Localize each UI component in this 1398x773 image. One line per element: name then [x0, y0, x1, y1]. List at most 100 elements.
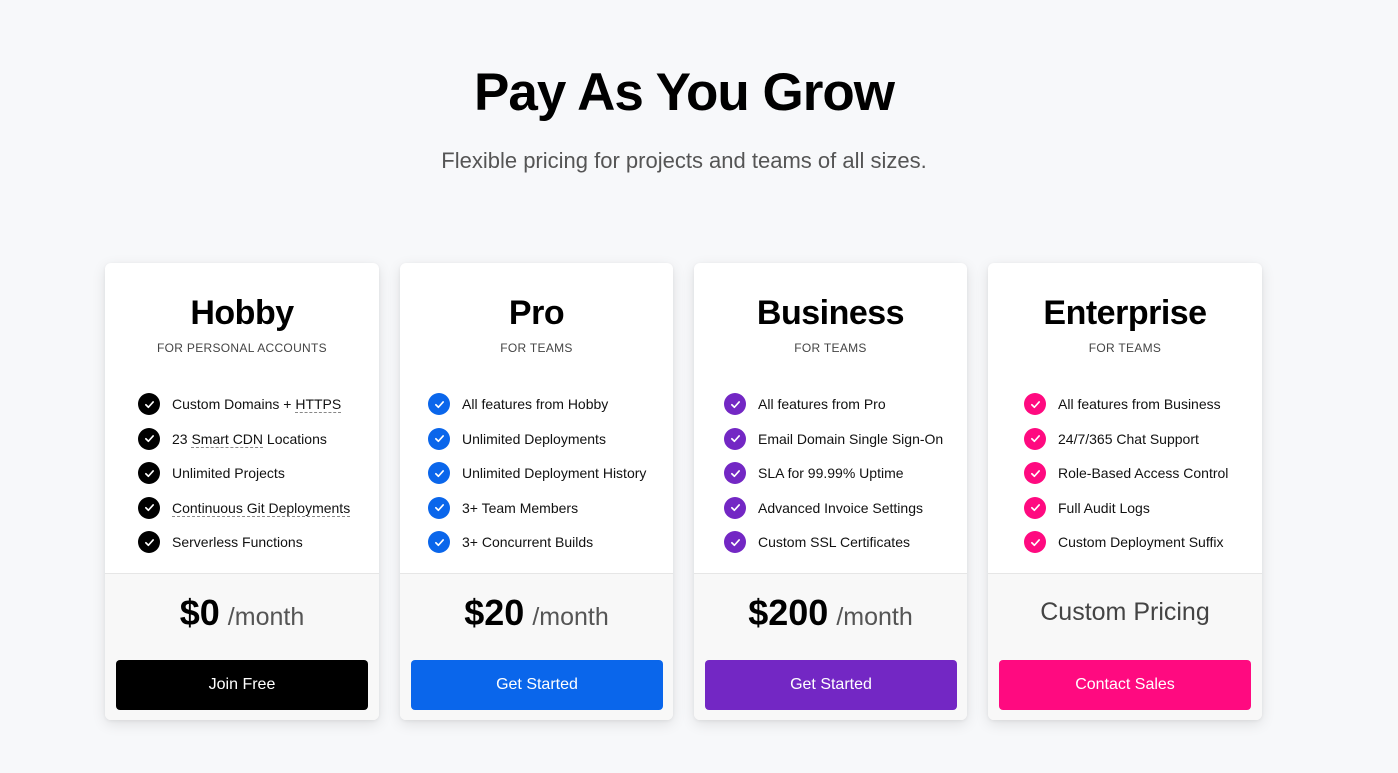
page-title: Pay As You Grow: [474, 63, 895, 122]
feature-label: Full Audit Logs: [1058, 500, 1150, 516]
feature-label: Advanced Invoice Settings: [758, 500, 923, 516]
feature-text: Unlimited Projects: [172, 465, 285, 482]
feature-item: All features from Pro: [724, 387, 943, 422]
feature-text: 23: [172, 430, 192, 447]
feature-label: Serverless Functions: [172, 534, 303, 550]
feature-list: All features from Pro Email Domain Single…: [724, 387, 943, 560]
feature-list: All features from Business 24/7/365 Chat …: [1024, 387, 1228, 560]
feature-label: All features from Hobby: [462, 396, 608, 412]
feature-item: Role-Based Access Control: [1024, 456, 1228, 491]
feature-text: 3+ Concurrent Builds: [462, 534, 594, 551]
feature-item: Unlimited Deployments: [428, 422, 646, 457]
check-circle-icon: [724, 427, 746, 450]
feature-text: SLA for 99.99% Uptime: [758, 465, 904, 482]
feature-label: Role-Based Access Control: [1058, 465, 1228, 481]
feature-item: All features from Hobby: [428, 387, 646, 422]
feature-item: All features from Business: [1024, 387, 1228, 422]
feature-item: Custom SSL Certificates: [724, 525, 943, 560]
feature-item: 3+ Concurrent Builds: [428, 525, 646, 560]
price-row: Custom Pricing: [988, 592, 1262, 627]
feature-label: Unlimited Deployment History: [462, 465, 646, 481]
check-circle-icon: [138, 462, 160, 485]
feature-label: 3+ Concurrent Builds: [462, 534, 593, 550]
feature-text: Serverless Functions: [172, 534, 303, 551]
feature-item: SLA for 99.99% Uptime: [724, 456, 943, 491]
feature-text: All features from Pro: [758, 396, 886, 413]
card-footer: $0/month Join Free: [105, 573, 379, 720]
feature-text: Unlimited Deployment History: [462, 465, 647, 482]
feature-text: Role-Based Access Control: [1058, 465, 1229, 482]
feature-label: All features from Pro: [758, 396, 886, 412]
get-started-button[interactable]: Get Started: [411, 660, 663, 710]
plan-name: Pro: [508, 294, 565, 332]
price-row: $20/month: [400, 592, 673, 634]
feature-text: Locations: [263, 430, 327, 447]
card-footer: $20/month Get Started: [400, 573, 673, 720]
feature-label: Custom SSL Certificates: [758, 534, 910, 550]
check-circle-icon: [724, 496, 746, 519]
price-row: $200/month: [694, 592, 967, 634]
check-circle-icon: [724, 531, 746, 554]
feature-term-tooltip[interactable]: Smart CDN: [191, 430, 264, 448]
feature-text: Advanced Invoice Settings: [758, 499, 923, 516]
feature-label: SLA for 99.99% Uptime: [758, 465, 904, 481]
check-circle-icon: [428, 496, 450, 519]
feature-item: 3+ Team Members: [428, 491, 646, 526]
get-started-button[interactable]: Get Started: [705, 660, 957, 710]
feature-term-tooltip[interactable]: HTTPS: [295, 396, 342, 414]
feature-label: All features from Business: [1058, 396, 1221, 412]
check-circle-icon: [138, 496, 160, 519]
pricing-card-hobby: Hobby FOR PERSONAL ACCOUNTS Custom Domai…: [105, 263, 379, 720]
check-circle-icon: [138, 531, 160, 554]
plan-audience: FOR PERSONAL ACCOUNTS: [157, 341, 327, 355]
feature-text: Email Domain Single Sign-On: [758, 430, 944, 447]
feature-text: Custom SSL Certificates: [758, 534, 910, 551]
price-amount: $20: [464, 592, 525, 633]
feature-label: Unlimited Deployments: [462, 431, 606, 447]
feature-list: Custom Domains + HTTPS 23 Smart CDN Locat…: [138, 387, 351, 560]
plan-name: Hobby: [190, 294, 294, 332]
check-circle-icon: [724, 393, 746, 416]
feature-text: Custom Deployment Suffix: [1058, 534, 1224, 551]
price-amount: $0: [179, 592, 220, 633]
feature-item: Continuous Git Deployments: [138, 491, 351, 526]
price-period: /month: [227, 603, 305, 631]
check-circle-icon: [1024, 427, 1046, 450]
feature-item: Serverless Functions: [138, 525, 350, 560]
feature-label: Email Domain Single Sign-On: [758, 431, 943, 447]
check-circle-icon: [724, 462, 746, 485]
plan-audience: FOR TEAMS: [794, 341, 867, 355]
card-footer: Custom Pricing Contact Sales: [988, 573, 1262, 720]
price-period: /month: [532, 603, 609, 631]
feature-label: Custom Deployment Suffix: [1058, 534, 1223, 550]
feature-item: Unlimited Deployment History: [428, 456, 646, 491]
feature-item: 23 Smart CDN Locations: [138, 422, 350, 457]
check-circle-icon: [138, 393, 160, 416]
plan-name: Enterprise: [1043, 294, 1207, 332]
feature-item: Custom Domains + HTTPS: [138, 387, 350, 422]
check-circle-icon: [428, 462, 450, 485]
feature-text: All features from Business: [1058, 396, 1221, 413]
feature-term-tooltip[interactable]: Continuous Git Deployments: [172, 499, 351, 517]
feature-text: 3+ Team Members: [462, 499, 579, 516]
plan-audience: FOR TEAMS: [1088, 341, 1162, 355]
check-circle-icon: [1024, 531, 1046, 554]
pricing-card-pro: Pro FOR TEAMS All features from Hobby Unl…: [400, 263, 673, 720]
pricing-card-business: Business FOR TEAMS All features from Pro…: [694, 263, 967, 720]
feature-text: 24/7/365 Chat Support: [1058, 430, 1199, 447]
check-circle-icon: [428, 427, 450, 450]
price-custom: Custom Pricing: [1040, 598, 1210, 626]
plan-name: Business: [756, 294, 905, 332]
join-free-button[interactable]: Join Free: [116, 660, 368, 710]
pricing-cards: Hobby FOR PERSONAL ACCOUNTS Custom Domai…: [105, 263, 1262, 720]
feature-label: 24/7/365 Chat Support: [1058, 431, 1199, 447]
contact-sales-button[interactable]: Contact Sales: [999, 660, 1251, 710]
feature-list: All features from Hobby Unlimited Deploym…: [428, 387, 646, 560]
feature-text: Custom Domains +: [172, 396, 296, 413]
price-period: /month: [836, 603, 913, 631]
feature-item: Custom Deployment Suffix: [1024, 525, 1228, 560]
plan-audience: FOR TEAMS: [500, 341, 573, 355]
check-circle-icon: [428, 531, 450, 554]
feature-text: Unlimited Deployments: [462, 430, 606, 447]
feature-label: Unlimited Projects: [172, 465, 285, 481]
